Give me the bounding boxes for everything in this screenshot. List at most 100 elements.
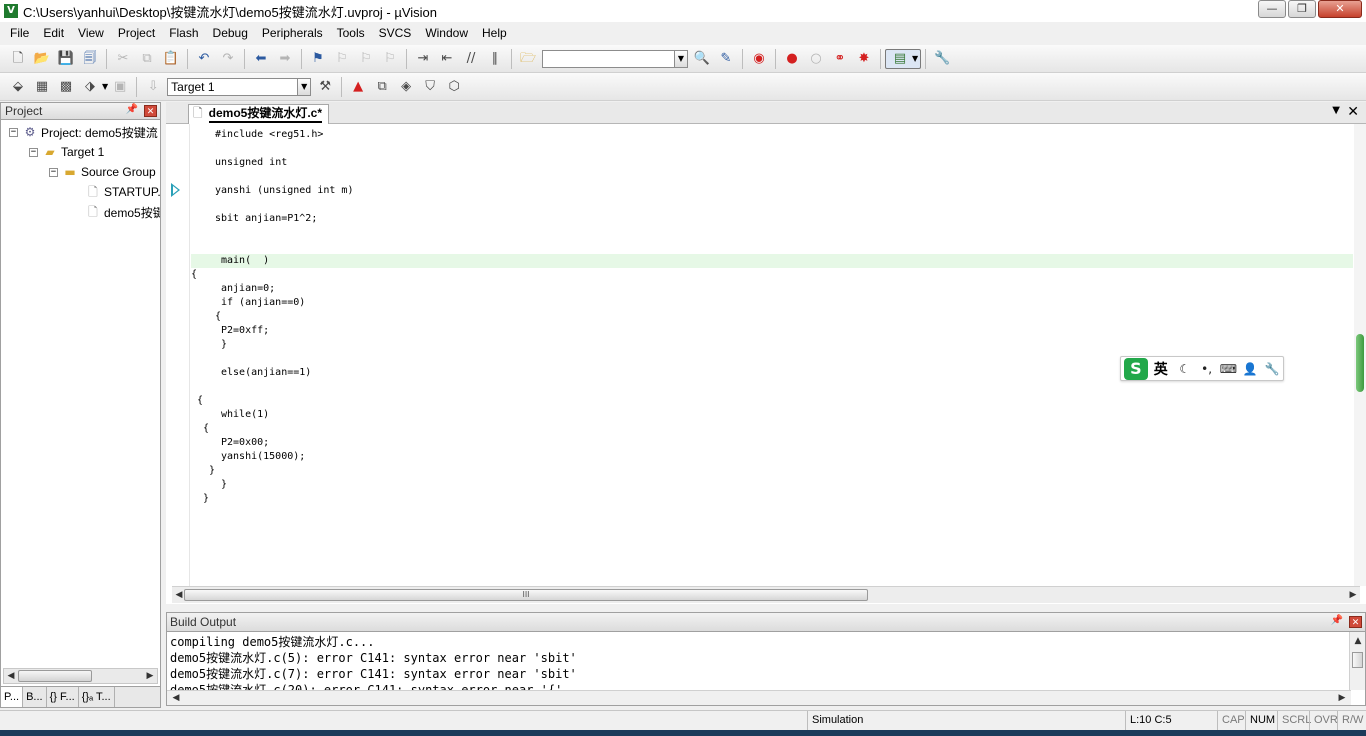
build-icon[interactable]: ▦ bbox=[33, 78, 51, 96]
tree-item-demo5-file[interactable]: 🗋 demo5按键 bbox=[85, 203, 160, 221]
enable-breakpoint-icon[interactable]: ○ bbox=[807, 50, 825, 68]
scroll-thumb[interactable] bbox=[18, 670, 92, 682]
build-output-panel[interactable]: compiling demo5按键流水灯.c... demo5按键流水灯.c(5… bbox=[166, 632, 1366, 706]
save-icon[interactable]: 💾 bbox=[57, 50, 75, 68]
menu-file[interactable]: File bbox=[3, 22, 36, 44]
scroll-thumb[interactable] bbox=[1352, 652, 1363, 668]
tab-books[interactable]: B... bbox=[23, 687, 47, 707]
menu-view[interactable]: View bbox=[71, 22, 111, 44]
menu-edit[interactable]: Edit bbox=[36, 22, 71, 44]
keyboard-icon[interactable]: ⌨ bbox=[1219, 362, 1237, 376]
prev-bookmark-icon[interactable]: ⚐ bbox=[333, 50, 351, 68]
tab-demo5-c[interactable]: 🗋 demo5按键流水灯.c* bbox=[188, 104, 330, 124]
chevron-down-icon[interactable]: ▼ bbox=[297, 78, 311, 95]
menu-project[interactable]: Project bbox=[111, 22, 162, 44]
menu-window[interactable]: Window bbox=[418, 22, 475, 44]
menu-flash[interactable]: Flash bbox=[162, 22, 205, 44]
start-debug-icon[interactable]: ◉ bbox=[750, 50, 768, 68]
moon-icon[interactable]: ☾ bbox=[1176, 362, 1194, 376]
uncomment-icon[interactable]: ∥ bbox=[486, 50, 504, 68]
menu-peripherals[interactable]: Peripherals bbox=[255, 22, 330, 44]
build-vscrollbar[interactable]: ▲ bbox=[1349, 632, 1365, 690]
software-packs-icon[interactable]: ⬡ bbox=[445, 78, 463, 96]
tab-templates[interactable]: {}ₐ T... bbox=[79, 687, 115, 707]
target-options-icon[interactable]: ⚒ bbox=[316, 78, 334, 96]
chevron-down-icon[interactable]: ▼ bbox=[102, 82, 108, 91]
bookmark-icon[interactable]: ⚑ bbox=[309, 50, 327, 68]
tab-functions[interactable]: {} F... bbox=[47, 687, 79, 707]
scroll-right-icon[interactable]: ▶ bbox=[1335, 691, 1349, 705]
menu-tools[interactable]: Tools bbox=[330, 22, 372, 44]
user-icon[interactable]: 👤 bbox=[1241, 362, 1259, 376]
menu-svcs[interactable]: SVCS bbox=[372, 22, 419, 44]
pack-installer-icon[interactable]: ⛉ bbox=[421, 78, 439, 96]
save-all-icon[interactable]: 🗐 bbox=[81, 50, 99, 68]
navigate-back-icon[interactable]: ⬅ bbox=[252, 50, 270, 68]
cut-icon[interactable]: ✂ bbox=[114, 50, 132, 68]
tree-item-source-group[interactable]: − ▬ Source Group bbox=[49, 163, 156, 181]
collapse-icon[interactable]: − bbox=[9, 127, 18, 137]
undo-icon[interactable]: ↶ bbox=[195, 50, 213, 68]
editor-vscrollbar[interactable] bbox=[1354, 124, 1366, 586]
code-area[interactable]: #include <reg51.h> unsigned int yanshi (… bbox=[191, 124, 1353, 586]
menu-help[interactable]: Help bbox=[475, 22, 514, 44]
chevron-down-icon[interactable]: ▼ bbox=[674, 50, 687, 67]
stop-build-icon[interactable]: ▣ bbox=[111, 78, 129, 96]
collapse-icon[interactable]: − bbox=[29, 147, 38, 157]
punctuation-icon[interactable]: •, bbox=[1198, 362, 1216, 376]
scroll-right-icon[interactable]: ▶ bbox=[1346, 588, 1360, 602]
disable-breakpoints-icon[interactable]: ⚭ bbox=[831, 50, 849, 68]
unindent-icon[interactable]: ⇤ bbox=[438, 50, 456, 68]
maximize-button[interactable]: ❐ bbox=[1288, 0, 1316, 18]
find-in-files-icon[interactable]: 🗁 bbox=[519, 50, 537, 68]
scroll-left-icon[interactable]: ◀ bbox=[4, 669, 18, 683]
window-layout-button[interactable]: ▤ ▼ bbox=[885, 48, 922, 69]
scroll-thumb[interactable]: III bbox=[184, 589, 868, 601]
target-combo[interactable]: Target 1 ▼ bbox=[167, 77, 312, 96]
select-packs-icon[interactable]: ⧉ bbox=[373, 78, 391, 96]
incremental-find-icon[interactable]: ✎ bbox=[717, 50, 735, 68]
indent-icon[interactable]: ⇥ bbox=[414, 50, 432, 68]
close-window-button[interactable]: ✕ bbox=[1318, 0, 1362, 18]
redo-icon[interactable]: ↷ bbox=[219, 50, 237, 68]
find-icon[interactable]: 🔍 bbox=[693, 50, 711, 68]
scroll-left-icon[interactable]: ◀ bbox=[169, 691, 183, 705]
tree-item-project[interactable]: − ⚙ Project: demo5按键流 bbox=[9, 123, 158, 141]
new-file-icon[interactable]: 🗋 bbox=[9, 50, 27, 68]
scroll-up-icon[interactable]: ▲ bbox=[1351, 634, 1365, 648]
clear-bookmarks-icon[interactable]: ⚐ bbox=[381, 50, 399, 68]
project-hscrollbar[interactable]: ◀ ▶ bbox=[3, 668, 158, 684]
pin-icon[interactable]: 📌 bbox=[126, 104, 138, 115]
paste-icon[interactable]: 📋 bbox=[162, 50, 180, 68]
find-combo[interactable]: ▼ bbox=[542, 49, 688, 68]
menu-debug[interactable]: Debug bbox=[206, 22, 255, 44]
translate-icon[interactable]: ⬙ bbox=[9, 78, 27, 96]
close-icon[interactable]: ✕ bbox=[144, 105, 157, 117]
tree-item-target[interactable]: − ▰ Target 1 bbox=[29, 143, 104, 161]
copy-icon[interactable]: ⧉ bbox=[138, 50, 156, 68]
minimize-button[interactable]: — bbox=[1258, 0, 1286, 18]
tab-project[interactable]: P... bbox=[1, 687, 24, 707]
editor-gutter[interactable] bbox=[166, 124, 190, 586]
pin-icon[interactable]: 📌 bbox=[1331, 615, 1343, 626]
editor-hscrollbar[interactable]: ◀ III ▶ bbox=[172, 586, 1360, 603]
open-file-icon[interactable]: 📂 bbox=[33, 50, 51, 68]
rebuild-icon[interactable]: ▩ bbox=[57, 78, 75, 96]
download-icon[interactable]: ⇩ bbox=[144, 78, 162, 96]
collapse-icon[interactable]: − bbox=[49, 167, 58, 177]
kill-breakpoints-icon[interactable]: ✸ bbox=[855, 50, 873, 68]
close-icon[interactable]: ✕ bbox=[1349, 616, 1362, 628]
tab-list-chevron-icon[interactable]: ▼ bbox=[1332, 105, 1340, 116]
close-tab-icon[interactable]: ✕ bbox=[1347, 104, 1359, 120]
wrench-icon[interactable]: 🔧 bbox=[1263, 362, 1281, 376]
navigate-forward-icon[interactable]: ➡ bbox=[276, 50, 294, 68]
comment-icon[interactable]: // bbox=[462, 50, 480, 68]
manage-components-icon[interactable]: ▲ bbox=[349, 78, 367, 96]
build-hscrollbar[interactable]: ◀ ▶ bbox=[167, 690, 1351, 705]
insert-breakpoint-icon[interactable]: ● bbox=[783, 50, 801, 68]
batch-build-icon[interactable]: ⬗ bbox=[81, 78, 99, 96]
ime-language-toggle[interactable]: 英 bbox=[1154, 359, 1168, 379]
tree-item-startup-file[interactable]: 🗋 STARTUP. bbox=[85, 183, 160, 201]
configure-icon[interactable]: 🔧 bbox=[933, 50, 951, 68]
scroll-thumb[interactable] bbox=[1356, 334, 1364, 392]
